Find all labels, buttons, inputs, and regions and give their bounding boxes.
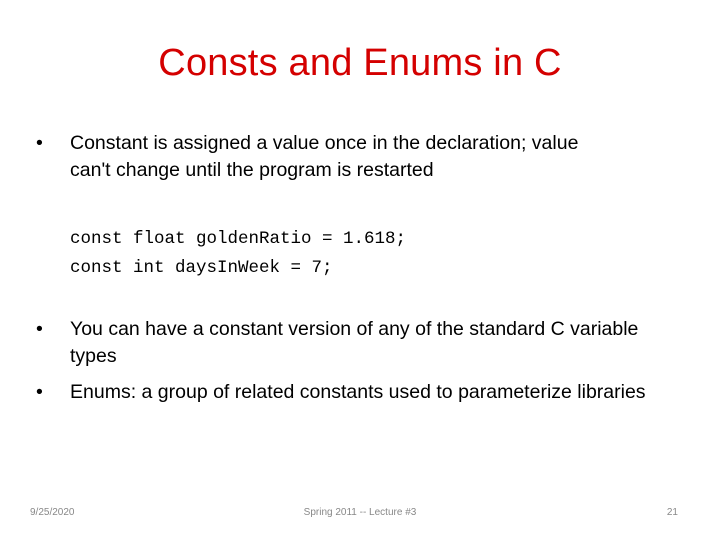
bullet-text: You can have a constant version of any o…: [70, 318, 639, 367]
bullet-item: • Enums: a group of related constants us…: [36, 379, 656, 406]
bullet-text: Enums: a group of related constants used…: [70, 381, 646, 403]
slide: Consts and Enums in C • Constant is assi…: [0, 0, 720, 540]
footer-title: Spring 2011 -- Lecture #3: [303, 507, 417, 518]
code-line: const int daysInWeek = 7;: [70, 258, 333, 278]
code-line: const float goldenRatio = 1.618;: [70, 229, 407, 249]
slide-title: Consts and Enums in C: [158, 42, 562, 84]
bullet-icon: •: [36, 381, 43, 403]
bullet-item: • Constant is assigned a value once in t…: [36, 130, 596, 184]
bullet-item: • You can have a constant version of any…: [36, 316, 656, 370]
code-block: const float goldenRatio = 1.618; const in…: [70, 225, 406, 283]
bullet-icon: •: [36, 318, 43, 340]
page-number: 21: [666, 507, 678, 518]
bullet-icon: •: [36, 132, 43, 154]
bullet-text: Constant is assigned a value once in the…: [70, 132, 579, 181]
